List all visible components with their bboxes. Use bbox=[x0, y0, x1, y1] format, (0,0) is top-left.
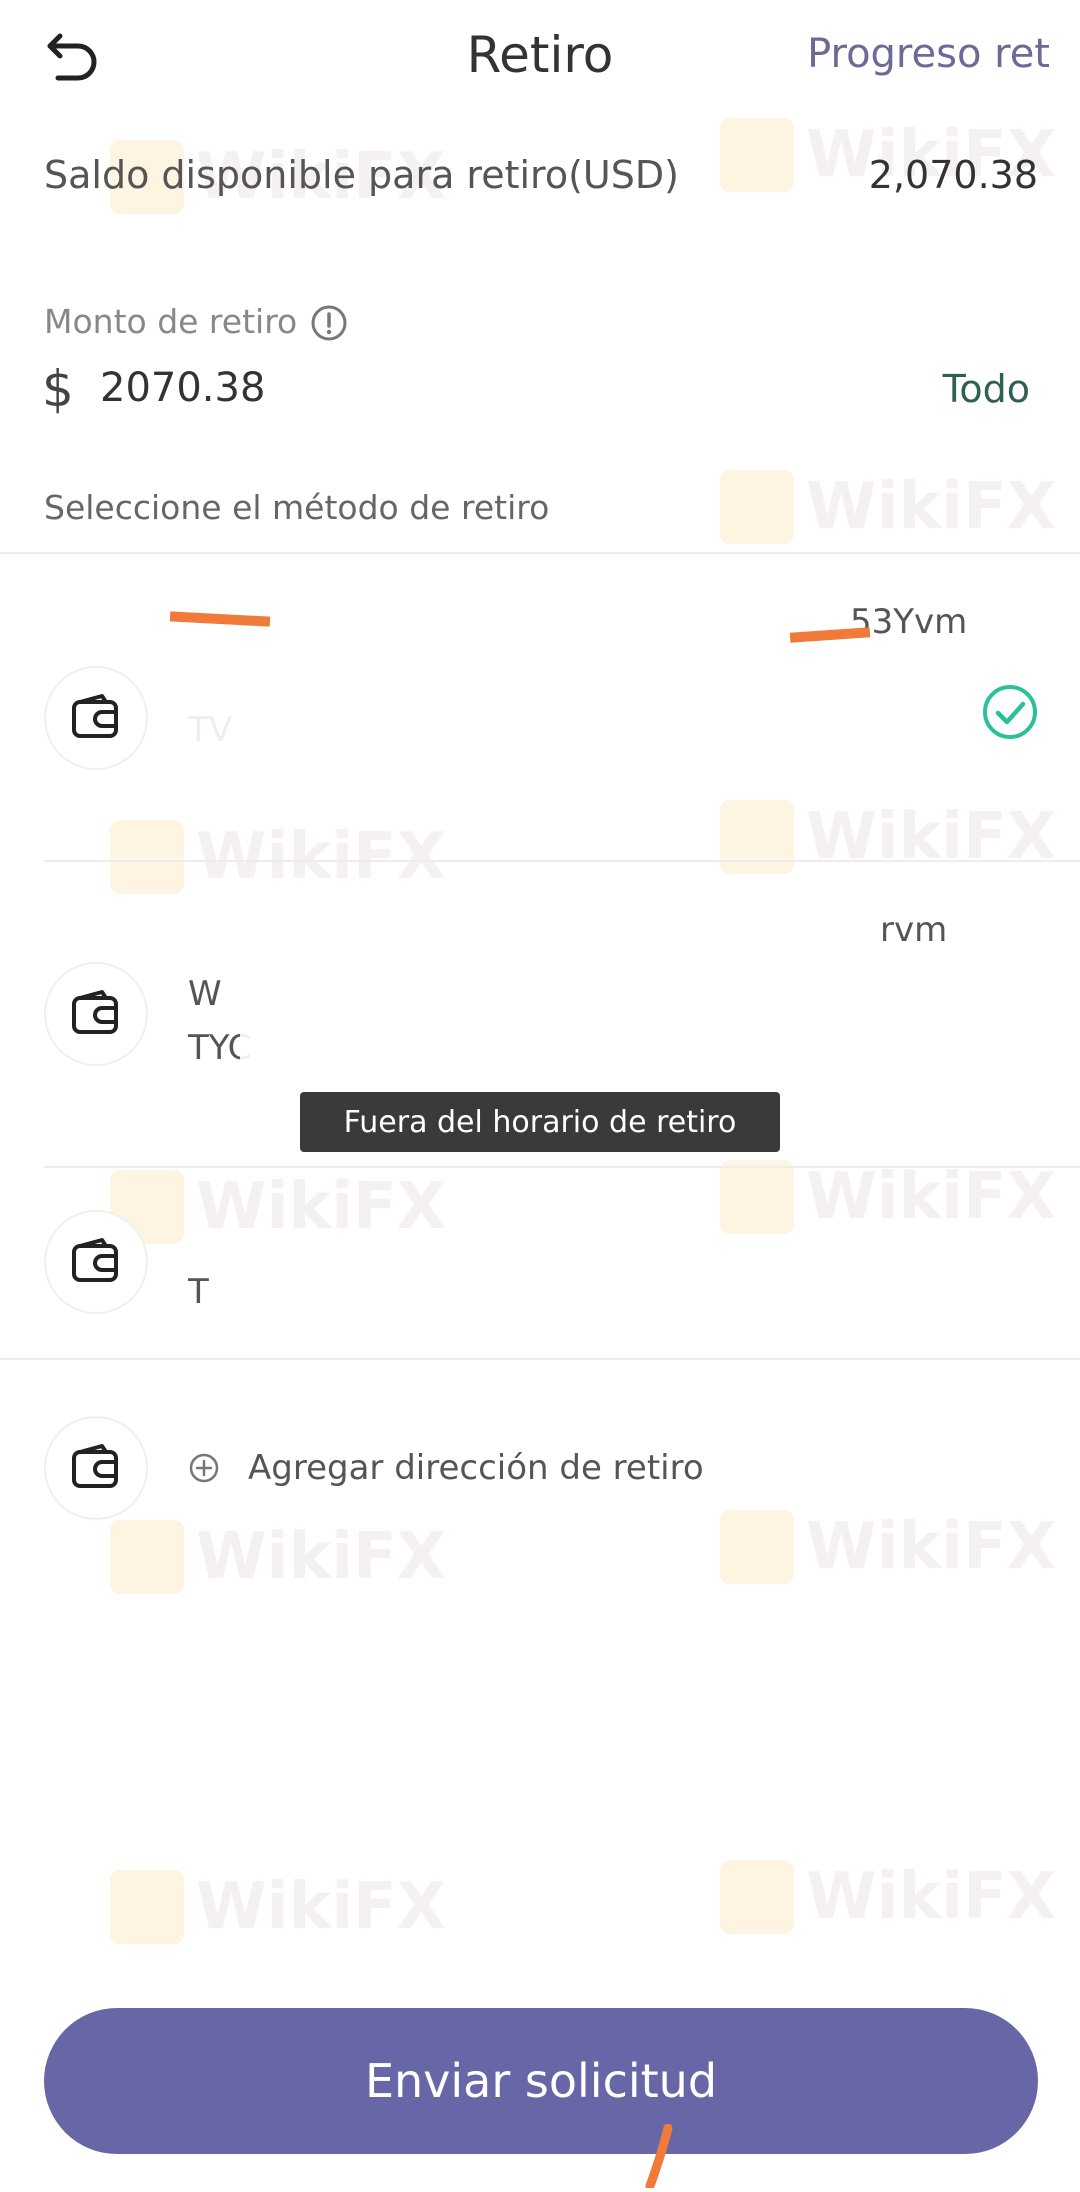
dollar-icon: $ bbox=[42, 360, 76, 418]
wallet-icon-circle bbox=[44, 666, 148, 770]
watermark: WikiFX bbox=[720, 1860, 1056, 1934]
watermark: WikiFX bbox=[720, 1510, 1056, 1584]
selected-check-icon bbox=[980, 682, 1040, 742]
method-address-line: T bbox=[188, 1272, 209, 1312]
method-section-label: Seleccione el método de retiro bbox=[44, 488, 550, 527]
method-address-line: rvm bbox=[880, 910, 948, 950]
redaction-mark bbox=[169, 611, 271, 627]
wallet-icon-circle bbox=[44, 1210, 148, 1314]
redaction-mark bbox=[160, 704, 920, 748]
divider bbox=[0, 1358, 1080, 1360]
svg-text:$: $ bbox=[42, 360, 74, 416]
withdrawal-method-row[interactable]: 53Yvm TV bbox=[0, 554, 1080, 860]
method-address-line: W bbox=[188, 974, 222, 1014]
amount-input[interactable]: 2070.38 bbox=[100, 360, 265, 416]
wallet-icon-circle bbox=[44, 962, 148, 1066]
withdraw-all-button[interactable]: Todo bbox=[943, 362, 1030, 416]
plus-circle-icon[interactable] bbox=[188, 1452, 220, 1484]
method-address-line: 53Yvm bbox=[850, 602, 968, 642]
withdrawal-method-row[interactable]: T bbox=[0, 1168, 1080, 1358]
amount-label: Monto de retiro bbox=[44, 302, 298, 341]
wallet-icon bbox=[72, 990, 118, 1034]
watermark: WikiFX bbox=[720, 470, 1056, 544]
annotation-mark bbox=[640, 2123, 680, 2191]
withdrawal-progress-link[interactable]: Progreso ret bbox=[807, 26, 1050, 82]
info-icon[interactable] bbox=[310, 304, 348, 342]
wallet-icon bbox=[72, 1444, 118, 1488]
wallet-icon bbox=[72, 694, 118, 738]
back-arrow-icon[interactable] bbox=[40, 20, 110, 90]
watermark: WikiFX bbox=[110, 1520, 446, 1594]
redaction-mark bbox=[240, 1022, 940, 1066]
status-badge: Fuera del horario de retiro bbox=[300, 1092, 780, 1152]
watermark: WikiFX bbox=[110, 1870, 446, 1944]
submit-request-button[interactable]: Enviar solicitud bbox=[44, 2008, 1038, 2154]
wallet-icon-circle bbox=[44, 1416, 148, 1520]
balance-value: 2,070.38 bbox=[868, 153, 1038, 197]
balance-label: Saldo disponible para retiro(USD) bbox=[44, 153, 679, 197]
add-address-button[interactable]: Agregar dirección de retiro bbox=[248, 1444, 704, 1492]
wallet-icon bbox=[72, 1238, 118, 1282]
